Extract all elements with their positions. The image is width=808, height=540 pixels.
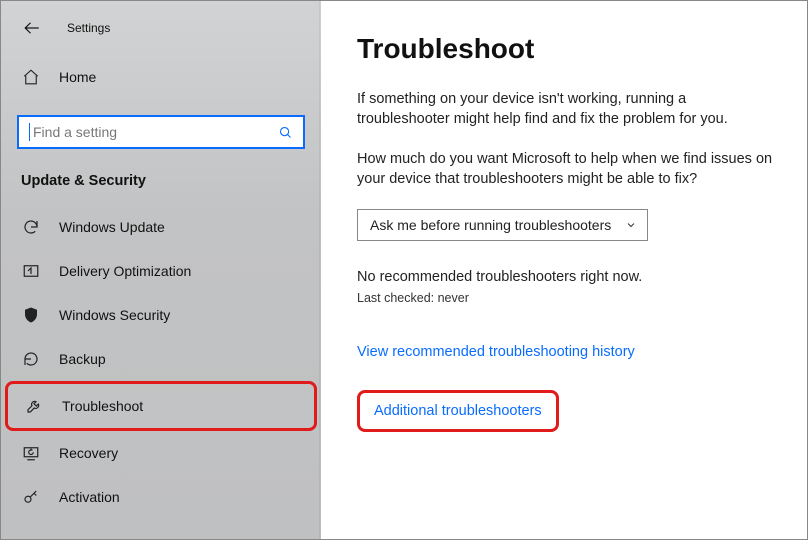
last-checked-text: Last checked: never [357,291,779,305]
dropdown-value: Ask me before running troubleshooters [370,217,611,233]
search-box[interactable] [17,115,305,149]
sidebar-item-label: Windows Update [59,219,165,235]
link-troubleshooting-history[interactable]: View recommended troubleshooting history [357,344,635,360]
chevron-down-icon [625,219,637,231]
sidebar-item-activation[interactable]: Activation [1,475,321,519]
topbar: Settings [1,11,321,51]
search-input[interactable] [29,124,278,140]
sidebar-item-windows-security[interactable]: Windows Security [1,293,321,337]
sync-icon [21,217,41,237]
intro-text: If something on your device isn't workin… [357,89,779,129]
settings-label: Settings [67,21,110,35]
delivery-optimization-icon [21,261,41,281]
troubleshoot-preference-dropdown[interactable]: Ask me before running troubleshooters [357,209,648,241]
sidebar-item-label: Troubleshoot [62,398,143,414]
settings-app: Settings Home [1,1,807,539]
sidebar-item-backup[interactable]: Backup [1,337,321,381]
status-text: No recommended troubleshooters right now… [357,269,779,285]
shield-icon [21,305,41,325]
backup-icon [21,349,41,369]
sidebar-item-label: Delivery Optimization [59,263,191,279]
sidebar-item-troubleshoot[interactable]: Troubleshoot [5,381,317,431]
sidebar-item-home[interactable]: Home [1,57,321,97]
sidebar-item-label: Windows Security [59,307,170,323]
sidebar-item-label: Home [59,69,96,85]
search-container [17,115,305,149]
sidebar-item-recovery[interactable]: Recovery [1,431,321,475]
search-icon [278,125,293,140]
sidebar-item-windows-update[interactable]: Windows Update [1,205,321,249]
back-arrow-icon [23,19,41,37]
sidebar-item-label: Backup [59,351,106,367]
preference-prompt: How much do you want Microsoft to help w… [357,149,779,189]
link-additional-troubleshooters[interactable]: Additional troubleshooters [357,390,559,432]
sidebar-nav: Windows Update Delivery Optimization [1,205,321,519]
sidebar: Settings Home [1,1,321,539]
text-caret [29,123,30,141]
sidebar-item-label: Recovery [59,445,118,461]
wrench-icon [24,396,44,416]
home-icon [21,67,41,87]
page-title: Troubleshoot [357,33,779,65]
main-content: Troubleshoot If something on your device… [321,1,807,539]
activation-icon [21,487,41,507]
sidebar-item-label: Activation [59,489,120,505]
sidebar-item-delivery-optimization[interactable]: Delivery Optimization [1,249,321,293]
back-button[interactable] [19,15,45,41]
recovery-icon [21,443,41,463]
section-header: Update & Security [1,161,321,205]
